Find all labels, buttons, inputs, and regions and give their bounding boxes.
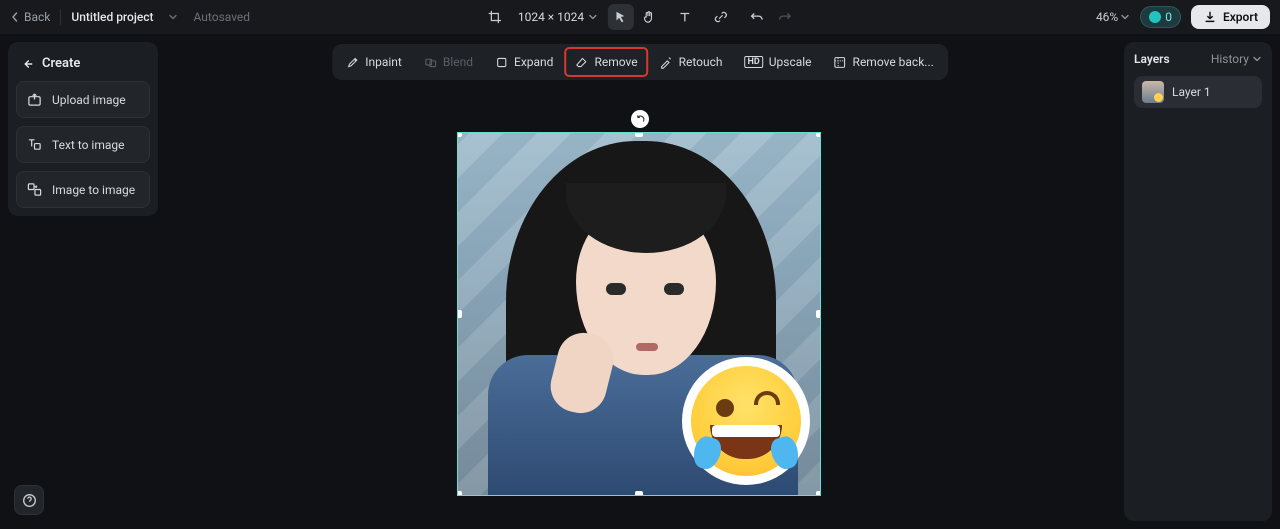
rotate-handle[interactable] xyxy=(631,110,649,128)
export-label: Export xyxy=(1223,10,1258,24)
zoom-button[interactable]: 46% xyxy=(1096,10,1130,24)
top-bar: Back Untitled project Autosaved 1024 × 1… xyxy=(0,0,1280,34)
redo-button[interactable] xyxy=(772,4,798,30)
rotate-icon xyxy=(635,114,646,125)
resize-handle-bl[interactable] xyxy=(457,491,462,496)
chevron-down-icon xyxy=(1252,54,1262,64)
history-button[interactable]: History xyxy=(1211,52,1262,66)
credits-pill[interactable]: 0 xyxy=(1140,6,1181,28)
download-icon xyxy=(1203,10,1217,24)
credits-value: 0 xyxy=(1165,10,1172,24)
layer-label: Layer 1 xyxy=(1172,85,1211,99)
resize-handle-tr[interactable] xyxy=(816,132,821,137)
canvas-dimensions-button[interactable]: 1024 × 1024 xyxy=(518,10,598,24)
help-button[interactable] xyxy=(14,485,44,515)
selected-layer[interactable] xyxy=(457,132,821,496)
back-label: Back xyxy=(24,10,50,24)
layer-thumbnail xyxy=(1142,81,1164,103)
undo-button[interactable] xyxy=(744,4,770,30)
resize-handle-b[interactable] xyxy=(635,491,643,496)
hand-tool-button[interactable] xyxy=(636,4,662,30)
undo-icon xyxy=(750,10,764,24)
layers-title: Layers xyxy=(1134,52,1170,66)
project-menu-button[interactable] xyxy=(168,12,178,22)
resize-handle-tl[interactable] xyxy=(457,132,462,137)
layers-panel: Layers History Layer 1 xyxy=(1124,42,1272,521)
project-name[interactable]: Untitled project xyxy=(71,10,153,24)
resize-handle-r[interactable] xyxy=(816,310,821,318)
export-button[interactable]: Export xyxy=(1191,5,1270,29)
hand-icon xyxy=(642,10,656,24)
back-button[interactable]: Back xyxy=(10,10,50,24)
link-tool-button[interactable] xyxy=(708,4,734,30)
history-group xyxy=(744,4,798,30)
topbar-left: Back Untitled project Autosaved xyxy=(10,9,250,25)
crop-icon xyxy=(488,10,502,24)
resize-handle-l[interactable] xyxy=(457,310,462,318)
chevron-down-icon xyxy=(168,12,178,22)
redo-icon xyxy=(778,10,792,24)
cursor-icon xyxy=(614,10,628,24)
topbar-right: 46% 0 Export xyxy=(1096,5,1270,29)
autosaved-label: Autosaved xyxy=(194,10,251,24)
chevron-left-icon xyxy=(10,12,20,22)
emoji-sticker[interactable] xyxy=(682,357,810,485)
crop-button[interactable] xyxy=(482,4,508,30)
resize-handle-br[interactable] xyxy=(816,491,821,496)
link-icon xyxy=(714,10,728,24)
layers-panel-header: Layers History xyxy=(1134,52,1262,66)
chevron-down-icon xyxy=(1120,12,1130,22)
history-label: History xyxy=(1211,52,1249,66)
credits-icon xyxy=(1149,11,1161,23)
select-tool-button[interactable] xyxy=(608,4,634,30)
canvas-area[interactable] xyxy=(0,34,1280,529)
topbar-center: 1024 × 1024 xyxy=(482,4,798,30)
chevron-down-icon xyxy=(588,12,598,22)
zoom-label: 46% xyxy=(1096,10,1118,24)
canvas-dimensions: 1024 × 1024 xyxy=(518,10,584,24)
resize-handle-t[interactable] xyxy=(635,132,643,137)
help-icon xyxy=(22,493,37,508)
layer-row[interactable]: Layer 1 xyxy=(1134,76,1262,108)
divider xyxy=(60,9,61,25)
text-tool-button[interactable] xyxy=(672,4,698,30)
pointer-tool-group xyxy=(608,4,662,30)
text-icon xyxy=(678,10,692,24)
